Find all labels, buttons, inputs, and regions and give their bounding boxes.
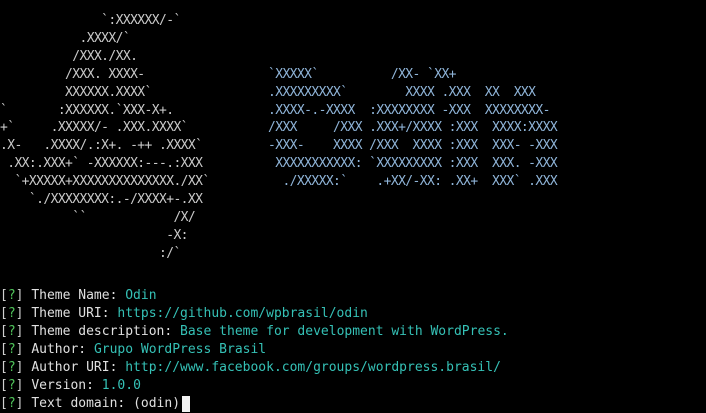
- ascii-title: `XXXXX` /XX- `XX+ .XXXXXXXXX` XXXX .XXX …: [268, 66, 558, 190]
- prompt-value: 1.0.0: [101, 378, 141, 393]
- prompt-label: Theme Name:: [31, 288, 126, 303]
- prompt-close-bracket: ]: [15, 306, 32, 321]
- prompt-value: http://www.facebook.com/groups/wordpress…: [125, 360, 501, 375]
- prompt-close-bracket: ]: [15, 288, 32, 303]
- question-mark: ?: [7, 342, 16, 357]
- prompt-value: Base theme for development with WordPres…: [180, 324, 509, 339]
- prompt-open-bracket: [: [0, 324, 8, 339]
- prompt-author-uri: [?] Author URI: http://www.facebook.com/…: [0, 359, 509, 377]
- prompt-value: Grupo WordPress Brasil: [93, 342, 267, 357]
- prompt-label: Author:: [31, 342, 94, 357]
- prompt-text-domain[interactable]: [?] Text domain: (odin): [0, 395, 509, 413]
- question-mark: ?: [7, 378, 16, 393]
- prompt-theme-uri: [?] Theme URI: https://github.com/wpbras…: [0, 305, 509, 323]
- question-mark: ?: [7, 396, 16, 411]
- prompt-author: [?] Author: Grupo WordPress Brasil: [0, 341, 509, 359]
- prompt-open-bracket: [: [0, 342, 8, 357]
- terminal-cursor[interactable]: [182, 396, 191, 412]
- prompt-list: [?] Theme Name: Odin [?] Theme URI: http…: [0, 287, 509, 413]
- prompt-close-bracket: ]: [15, 378, 32, 393]
- text-domain-input[interactable]: (odin): [133, 395, 180, 413]
- prompt-value: Odin: [125, 288, 157, 303]
- prompt-open-bracket: [: [0, 360, 8, 375]
- prompt-value: https://github.com/wpbrasil/odin: [117, 306, 368, 321]
- question-mark: ?: [7, 288, 16, 303]
- prompt-label: Version:: [31, 378, 102, 393]
- prompt-label: Theme URI:: [31, 306, 118, 321]
- prompt-open-bracket: [: [0, 288, 8, 303]
- question-mark: ?: [7, 324, 16, 339]
- prompt-version: [?] Version: 1.0.0: [0, 377, 509, 395]
- ascii-logo: `:XXXXXX/-` .XXXX/` /XXX./XX. /XXX. XXXX…: [0, 13, 210, 261]
- prompt-close-bracket: ]: [15, 360, 32, 375]
- prompt-close-bracket: ]: [15, 396, 32, 411]
- prompt-theme-name: [?] Theme Name: Odin: [0, 287, 509, 305]
- prompt-close-bracket: ]: [15, 342, 32, 357]
- prompt-label: Theme description:: [31, 324, 181, 339]
- prompt-label: Text domain:: [31, 396, 134, 411]
- question-mark: ?: [7, 360, 16, 375]
- prompt-theme-description: [?] Theme description: Base theme for de…: [0, 323, 509, 341]
- prompt-open-bracket: [: [0, 378, 8, 393]
- prompt-open-bracket: [: [0, 306, 8, 321]
- question-mark: ?: [7, 306, 16, 321]
- prompt-label: Author URI:: [31, 360, 126, 375]
- prompt-close-bracket: ]: [15, 324, 32, 339]
- terminal-window: `:XXXXXX/-` .XXXX/` /XXX./XX. /XXX. XXXX…: [0, 0, 706, 413]
- prompt-open-bracket: [: [0, 396, 8, 411]
